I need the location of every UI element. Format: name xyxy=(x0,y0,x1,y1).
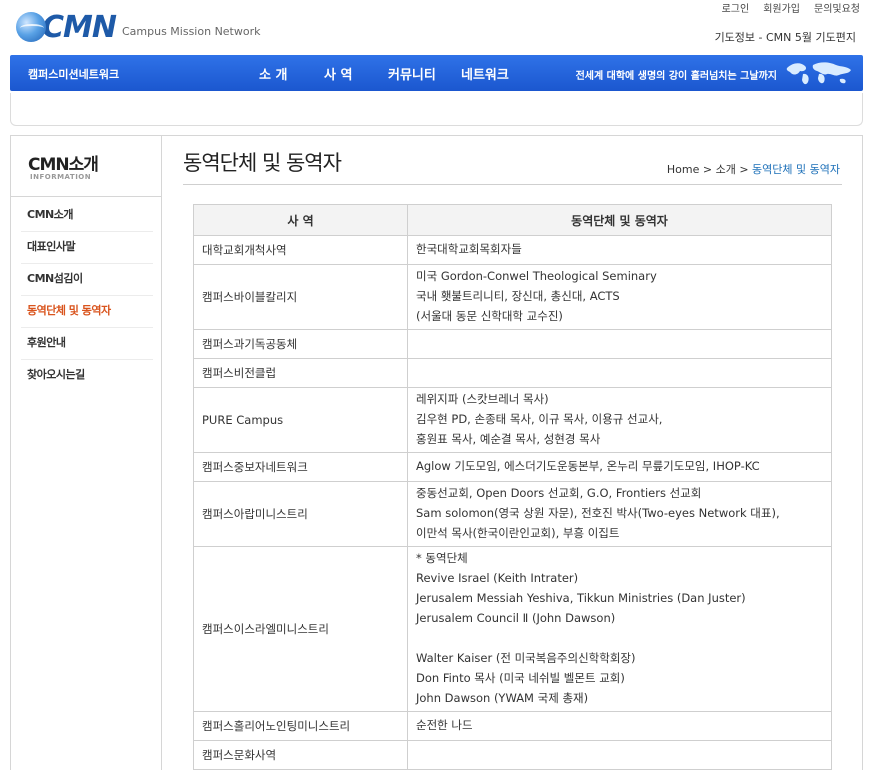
lnb-item-directions[interactable]: 찾아오시는길 xyxy=(21,360,153,392)
partner-line: Revive Israel (Keith Intrater) xyxy=(416,571,579,585)
partners-cell: 순전한 나드 xyxy=(407,711,832,741)
logo-text: CMN xyxy=(42,9,117,45)
login-link[interactable]: 로그인 xyxy=(722,0,750,15)
partners-cell: Aglow 기도모임, 에스더기도운동본부, 온누리 무릎기도모임, IHOP-… xyxy=(407,452,832,482)
lnb-item-support[interactable]: 후원안내 xyxy=(21,328,153,360)
nav-network[interactable]: 네트워크 xyxy=(461,64,521,83)
signup-link[interactable]: 회원가입 xyxy=(763,0,800,15)
table-row: 캠퍼스문화사역 xyxy=(193,740,832,770)
partners-cell: 레위지파 (스캇브레너 목사) 김우현 PD, 손종태 목사, 이규 목사, 이용… xyxy=(407,387,832,453)
sub-nav-bar xyxy=(10,93,863,126)
partner-line: 국내 횃불트리니티, 장신대, 총신대, ACTS xyxy=(416,289,620,303)
global-nav-bar: 캠퍼스미션네트워크 소 개 사 역 커뮤니티 네트워크 전세계 대학에 생명의 … xyxy=(10,55,863,91)
table-row: 캠퍼스비전클럽 xyxy=(193,358,832,388)
partner-line: 이만석 목사(한국이란인교회), 부흥 이집트 xyxy=(416,526,620,540)
nav-community[interactable]: 커뮤니티 xyxy=(388,64,461,83)
breadcrumb-home[interactable]: Home xyxy=(667,163,699,176)
partner-line: 순전한 나드 xyxy=(416,718,473,732)
table-row: PURE Campus 레위지파 (스캇브레너 목사) 김우현 PD, 손종태 목사… xyxy=(193,387,832,453)
table-header-row: 사 역 동역단체 및 동역자 xyxy=(193,204,832,236)
lnb-subtitle: INFORMATION xyxy=(30,173,92,181)
partners-cell: * 동역단체 Revive Israel (Keith Intrater) Jeru… xyxy=(407,546,832,712)
inquiry-link[interactable]: 문의및요청 xyxy=(814,0,860,15)
breadcrumb-separator: > xyxy=(702,163,713,176)
partner-line: Jerusalem Messiah Yeshiva, Tikkun Minist… xyxy=(416,591,746,605)
table-row: 캠퍼스중보자네트워크 Aglow 기도모임, 에스더기도운동본부, 온누리 무릎기… xyxy=(193,452,832,482)
ministry-cell: 캠퍼스홀리어노인팅미니스트리 xyxy=(193,711,408,741)
gnb-menu: 소 개 사 역 커뮤니티 네트워크 xyxy=(259,64,521,83)
ministry-cell: 캠퍼스바이블칼리지 xyxy=(193,264,408,330)
lnb-item-partners[interactable]: 동역단체 및 동역자 xyxy=(21,296,153,328)
table-body: 대학교회개척사역 한국대학교회목회자들 캠퍼스바이블칼리지 미국 Gordon-Con… xyxy=(193,235,832,770)
prayer-ticker[interactable]: 기도정보 - CMN 5월 기도편지 xyxy=(715,29,856,45)
partner-line: 홍원표 목사, 예순결 목사, 성현경 목사 xyxy=(416,432,601,446)
partner-line xyxy=(416,362,823,382)
partner-line: Sam solomon(영국 상원 자문), 전호진 박사(Two-eyes N… xyxy=(416,506,780,520)
lnb-list: CMN소개 대표인사말 CMN섬김이 동역단체 및 동역자 후원안내 찾아오시는… xyxy=(21,200,153,392)
ministry-cell: 캠퍼스문화사역 xyxy=(193,740,408,770)
partners-table: 사 역 동역단체 및 동역자 대학교회개척사역 한국대학교회목회자들캠퍼스바이블칼… xyxy=(193,204,832,770)
partner-line: * 동역단체 xyxy=(416,551,468,565)
table-row: 대학교회개척사역 한국대학교회목회자들 xyxy=(193,235,832,265)
ministry-cell: 캠퍼스아랍미니스트리 xyxy=(193,481,408,547)
world-map-icon xyxy=(786,62,851,85)
ministry-cell: PURE Campus xyxy=(193,387,408,453)
globe-logo-icon xyxy=(16,12,46,42)
page-title: 동역단체 및 동역자 xyxy=(183,151,342,175)
table-row: 캠퍼스아랍미니스트리 중동선교회, Open Doors 선교회, G.O, Fr… xyxy=(193,481,832,547)
table-row: 캠퍼스이스라엘미니스트리 * 동역단체 Revive Israel (Keith I… xyxy=(193,546,832,712)
partners-cell: 한국대학교회목회자들 xyxy=(407,235,832,265)
ministry-cell: 캠퍼스비전클럽 xyxy=(193,358,408,388)
partner-line: (서울대 동문 신학대학 교수진) xyxy=(416,309,563,323)
partner-line: 미국 Gordon-Conwel Theological Seminary xyxy=(416,269,657,283)
breadcrumb: Home > 소개 > 동역단체 및 동역자 xyxy=(667,161,840,177)
partner-line: Don Finto 목사 (미국 네쉬빌 벨몬트 교회) xyxy=(416,671,625,685)
breadcrumb-current[interactable]: 동역단체 및 동역자 xyxy=(752,163,840,176)
left-nav: CMN소개 INFORMATION CMN소개 대표인사말 CMN섬김이 동역단… xyxy=(11,136,162,770)
lnb-item-about[interactable]: CMN소개 xyxy=(21,200,153,232)
site-logo[interactable]: CMN Campus Mission Network xyxy=(16,9,261,45)
gnb-slogan: 전세계 대학에 생명의 강이 흘러넘치는 그날까지 xyxy=(575,71,777,82)
breadcrumb-separator: > xyxy=(739,163,749,176)
table-row: 캠퍼스홀리어노인팅미니스트리 순전한 나드 xyxy=(193,711,832,741)
partners-cell: 미국 Gordon-Conwel Theological Seminary 국내 … xyxy=(407,264,832,330)
gnb-brand: 캠퍼스미션네트워크 xyxy=(28,68,120,81)
logo-subtitle: Campus Mission Network xyxy=(121,24,261,38)
partner-line: Jerusalem Council Ⅱ (John Dawson) xyxy=(416,611,616,625)
partner-line: 김우현 PD, 손종태 목사, 이규 목사, 이용규 선교사, xyxy=(416,412,663,426)
partners-cell: 중동선교회, Open Doors 선교회, G.O, Frontiers 선교… xyxy=(407,481,832,547)
nav-ministry[interactable]: 사 역 xyxy=(324,64,388,83)
column-header-ministry: 사 역 xyxy=(193,204,408,236)
partner-line xyxy=(416,333,823,353)
divider xyxy=(183,184,842,185)
divider xyxy=(11,196,161,197)
utility-links: 로그인 회원가입 문의및요청 xyxy=(722,0,860,15)
partners-cell xyxy=(407,740,832,770)
table-row: 캠퍼스과기독공동체 xyxy=(193,329,832,359)
lnb-item-greeting[interactable]: 대표인사말 xyxy=(21,232,153,264)
partner-line: 한국대학교회목회자들 xyxy=(416,242,522,256)
column-header-partners: 동역단체 및 동역자 xyxy=(407,204,832,236)
content-frame: CMN소개 INFORMATION CMN소개 대표인사말 CMN섬김이 동역단… xyxy=(10,135,863,770)
partner-line xyxy=(416,628,823,648)
partner-line: 레위지파 (스캇브레너 목사) xyxy=(416,392,549,406)
partners-cell xyxy=(407,329,832,359)
lnb-item-staff[interactable]: CMN섬김이 xyxy=(21,264,153,296)
ministry-cell: 캠퍼스이스라엘미니스트리 xyxy=(193,546,408,712)
partner-line: Walter Kaiser (전 미국복음주의신학학회장) xyxy=(416,651,636,665)
ministry-cell: 캠퍼스과기독공동체 xyxy=(193,329,408,359)
partners-cell xyxy=(407,358,832,388)
lnb-title: CMN소개 xyxy=(28,155,99,175)
table-row: 캠퍼스바이블칼리지 미국 Gordon-Conwel Theological Se… xyxy=(193,264,832,330)
partner-line: John Dawson (YWAM 국제 총재) xyxy=(416,691,589,705)
breadcrumb-about[interactable]: 소개 xyxy=(716,163,736,176)
ministry-cell: 캠퍼스중보자네트워크 xyxy=(193,452,408,482)
ministry-cell: 대학교회개척사역 xyxy=(193,235,408,265)
partner-line: 중동선교회, Open Doors 선교회, G.O, Frontiers 선교… xyxy=(416,486,702,500)
nav-about[interactable]: 소 개 xyxy=(259,64,324,83)
partner-line: Aglow 기도모임, 에스더기도운동본부, 온누리 무릎기도모임, IHOP-… xyxy=(416,459,760,473)
partner-line xyxy=(416,744,823,764)
